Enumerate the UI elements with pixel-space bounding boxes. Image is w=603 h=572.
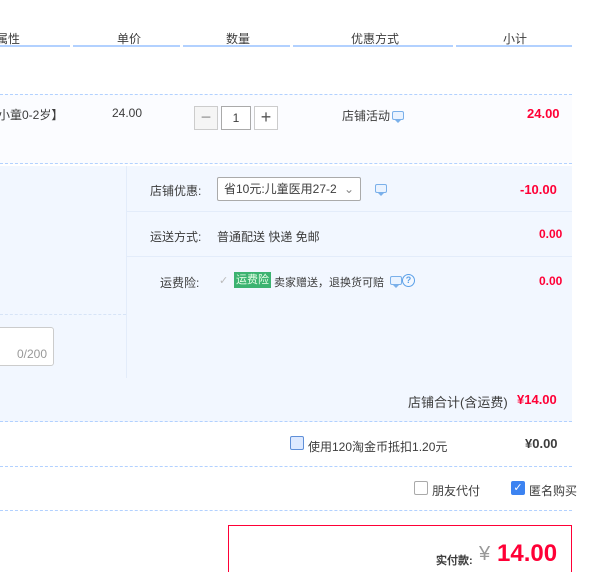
check-icon[interactable]: ✓: [219, 274, 228, 287]
discount-amount: -10.00: [520, 182, 557, 197]
quantity-input[interactable]: 1: [221, 106, 251, 130]
discount-select-value: 省10元:儿童医用27-2: [224, 182, 337, 196]
panel-divider: [127, 256, 572, 257]
header-rule: [456, 45, 572, 47]
discount-select[interactable]: 省10元:儿童医用27-2 ⌄: [217, 177, 361, 201]
quantity-stepper: − 1 +: [194, 106, 278, 130]
payment-currency: ¥: [479, 543, 491, 565]
header-rule: [293, 45, 453, 47]
promotion-label: 店铺活动: [342, 109, 391, 123]
insurance-label: 运费险:: [160, 276, 200, 290]
anonymous-label: 匿名购买: [529, 484, 578, 498]
seller-note-input[interactable]: 0/200: [0, 327, 54, 366]
quantity-plus-button[interactable]: +: [254, 106, 278, 130]
message-icon[interactable]: [375, 184, 387, 196]
coins-checkbox[interactable]: [290, 436, 304, 450]
payment-label: 实付款:: [436, 555, 473, 567]
item-price: 24.00: [112, 106, 143, 120]
message-icon[interactable]: [392, 111, 404, 123]
quantity-minus-button[interactable]: −: [194, 106, 218, 130]
discount-label: 店铺优惠:: [150, 184, 202, 198]
item-title[interactable]: 小童0-2岁】: [0, 106, 63, 123]
item-row: [0, 94, 572, 164]
message-icon[interactable]: [390, 276, 402, 288]
divider: [0, 510, 572, 511]
panel-divider: [126, 166, 127, 378]
note-counter: 0/200: [16, 347, 47, 361]
insurance-amount: 0.00: [539, 274, 563, 288]
help-icon[interactable]: ?: [402, 274, 415, 287]
friend-pay-checkbox[interactable]: [414, 481, 428, 495]
insurance-tag: 运费险: [234, 272, 271, 288]
coins-amount: ¥0.00: [525, 436, 558, 451]
shop-total-amount: ¥14.00: [517, 392, 557, 407]
panel-divider: [127, 211, 572, 212]
shipping-label: 运送方式:: [150, 230, 202, 244]
shipping-value: 普通配送 快递 免邮: [217, 230, 320, 244]
insurance-desc: 卖家赠送，退换货可赔: [274, 277, 384, 289]
header-rule: [73, 45, 180, 47]
anonymous-checkbox[interactable]: ✓: [511, 481, 525, 495]
divider: [0, 466, 572, 467]
column-header: 属性 单价 数量 优惠方式 小计: [0, 0, 572, 48]
chevron-down-icon: ⌄: [343, 182, 354, 196]
shop-total-label: 店铺合计(含运费): [408, 395, 508, 410]
coins-label: 使用120淘金币抵扣1.20元: [308, 440, 448, 454]
payment-amount: 14.00: [497, 540, 558, 567]
header-rule: [0, 45, 70, 47]
friend-pay-label: 朋友代付: [432, 484, 481, 498]
header-rule: [183, 45, 290, 47]
shipping-amount: 0.00: [539, 227, 563, 241]
item-subtotal: 24.00: [527, 106, 560, 121]
order-confirmation: 属性 单价 数量 优惠方式 小计 小童0-2岁】 24.00 − 1 + 店铺活…: [0, 0, 603, 572]
